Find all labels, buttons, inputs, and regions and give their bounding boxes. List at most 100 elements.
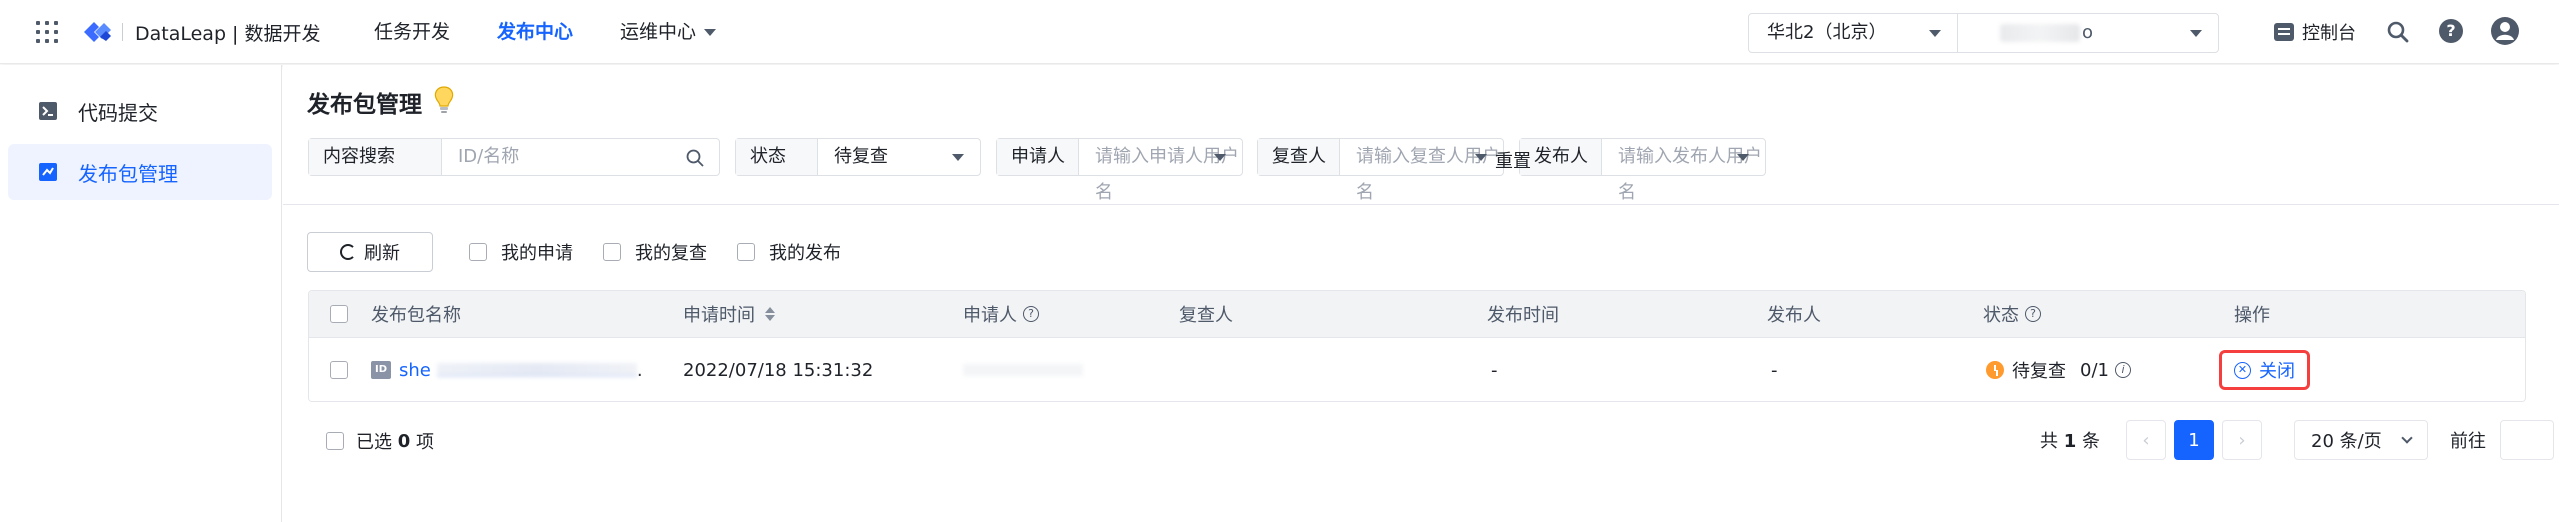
applicant-filter-label: 申请人	[997, 139, 1079, 175]
package-name-cell: ID she .	[371, 338, 643, 401]
status-cell: 待复查 0/1 i	[1986, 338, 2131, 401]
page-button[interactable]: 1	[2174, 420, 2214, 460]
row-checkbox[interactable]	[330, 361, 348, 379]
lightbulb-icon[interactable]	[431, 85, 457, 115]
next-page-button[interactable]: ›	[2222, 420, 2262, 460]
app-grid-icon[interactable]	[36, 21, 58, 43]
close-package-button[interactable]: ✕ 关闭	[2219, 350, 2310, 390]
refresh-button[interactable]: 刷新	[307, 232, 433, 272]
close-label: 关闭	[2259, 361, 2295, 382]
brand-text: DataLeap | 数据开发	[135, 22, 321, 45]
nav-release-center[interactable]: 发布中心	[497, 18, 573, 46]
page-title: 发布包管理	[307, 92, 422, 118]
select-all-cell	[330, 291, 348, 337]
header-applicant-label: 申请人	[963, 305, 1017, 326]
publisher-select[interactable]: 请输入发布人用户名	[1602, 139, 1765, 203]
help-icon[interactable]: ?	[2439, 19, 2463, 43]
total-count: 共 1 条	[2040, 427, 2100, 453]
header-reviewer: 复查人	[1179, 305, 1233, 326]
console-button[interactable]: 控制台	[2274, 18, 2356, 46]
header-name: 发布包名称	[371, 305, 461, 326]
search-icon[interactable]	[685, 148, 705, 168]
chevron-down-icon	[704, 29, 717, 36]
sidebar: 代码提交 发布包管理	[0, 65, 282, 522]
review-count-text: 0/1	[2080, 359, 2109, 381]
nav-task-dev[interactable]: 任务开发	[374, 18, 450, 46]
row-select-cell	[330, 338, 348, 401]
goto-label: 前往	[2450, 431, 2486, 452]
chevron-left-icon: ‹	[2142, 429, 2150, 451]
top-navigation-bar: DataLeap | 数据开发 任务开发 发布中心 运维中心 华北2（北京） o…	[0, 0, 2559, 64]
applicant-select[interactable]: 请输入申请人用户名	[1079, 139, 1242, 203]
chevron-down-icon	[2190, 30, 2202, 37]
header-status-label: 状态	[1983, 305, 2019, 326]
terminal-icon	[39, 102, 57, 120]
selected-prefix: 已选	[356, 432, 392, 453]
checkbox[interactable]	[469, 243, 487, 261]
chevron-right-icon: ›	[2238, 429, 2246, 451]
filter-panel: 发布包管理 内容搜索 ID/名称 状态 待复查 申请人 请输入申请人用户名 复查…	[283, 65, 2559, 205]
header-status: 状态 ?	[1983, 291, 2041, 337]
table-header: 发布包名称 申请时间 申请人 ? 复查人 发布时间 发布人 状态 ? 操作	[309, 291, 2525, 338]
console-label: 控制台	[2302, 23, 2356, 44]
content-search-placeholder: ID/名称	[458, 146, 520, 167]
checkbox[interactable]	[603, 243, 621, 261]
region-select[interactable]: 华北2（北京）	[1748, 13, 1958, 53]
goto-page-input[interactable]	[2500, 420, 2554, 460]
project-select[interactable]: o	[1957, 13, 2219, 53]
header-action: 操作	[2234, 305, 2270, 326]
content-search-filter: 内容搜索 ID/名称	[308, 138, 720, 176]
selected-count: 0	[397, 430, 411, 452]
header-publish-time: 发布时间	[1487, 305, 1559, 326]
my-apply-label: 我的申请	[501, 243, 573, 264]
chevron-down-icon	[1737, 154, 1749, 161]
review-count: 0/1 i	[2080, 360, 2131, 381]
user-avatar-icon[interactable]	[2490, 16, 2520, 46]
page-size-select[interactable]: 20 条/页	[2294, 420, 2428, 460]
my-publish-checkbox[interactable]: 我的发布	[737, 239, 841, 265]
status-select[interactable]: 待复查	[818, 139, 980, 175]
header-apply-time[interactable]: 申请时间	[683, 291, 775, 337]
reviewer-filter: 复查人 请输入复查人用户名	[1257, 138, 1504, 203]
redacted-package-name	[436, 363, 637, 377]
search-icon[interactable]	[2384, 18, 2412, 46]
nav-ops-center[interactable]: 运维中心	[620, 18, 717, 46]
list-toolbar: 刷新 我的申请 我的复查 我的发布	[307, 232, 841, 272]
prev-page-button[interactable]: ‹	[2126, 420, 2166, 460]
question-icon[interactable]: ?	[2025, 306, 2041, 322]
info-icon[interactable]: i	[2114, 362, 2131, 378]
pagination: 共 1 条 ‹ 1 › 20 条/页 前往	[2040, 420, 2554, 460]
select-all-checkbox[interactable]	[330, 305, 348, 323]
sidebar-item-package-management[interactable]: 发布包管理	[8, 144, 272, 200]
package-name-link[interactable]: she	[399, 360, 431, 381]
region-value: 华北2（北京）	[1767, 22, 1887, 43]
reviewer-select[interactable]: 请输入复查人用户名	[1340, 139, 1503, 203]
publisher-filter: 发布人 请输入发布人用户名	[1519, 138, 1766, 203]
content-search-input[interactable]: ID/名称	[442, 139, 719, 175]
sidebar-item-label: 代码提交	[78, 100, 158, 125]
my-review-checkbox[interactable]: 我的复查	[603, 239, 707, 265]
redacted-project-name	[2000, 24, 2080, 42]
my-review-label: 我的复查	[635, 243, 707, 264]
checkbox[interactable]	[737, 243, 755, 261]
sidebar-item-code-commit[interactable]: 代码提交	[8, 83, 272, 139]
chevron-down-icon	[1214, 154, 1226, 161]
header-applicant: 申请人 ?	[963, 291, 1039, 337]
package-icon	[39, 163, 57, 181]
question-icon[interactable]: ?	[1023, 306, 1039, 322]
sort-icon[interactable]	[765, 307, 775, 321]
total-prefix: 共	[2040, 431, 2058, 452]
page-size-value: 20 条/页	[2311, 431, 2382, 452]
action-cell: ✕ 关闭	[2219, 338, 2310, 401]
total-number: 1	[2063, 431, 2077, 452]
chevron-down-icon	[952, 154, 964, 161]
footer-select-checkbox[interactable]	[326, 432, 344, 450]
chevron-down-icon	[1929, 30, 1941, 37]
brand-title: DataLeap | 数据开发	[122, 18, 321, 46]
my-apply-checkbox[interactable]: 我的申请	[469, 239, 573, 265]
reset-button[interactable]: 重置	[1495, 147, 1531, 173]
chevron-down-icon	[2401, 432, 2413, 444]
project-value: o	[2082, 22, 2094, 43]
refresh-label: 刷新	[364, 243, 400, 264]
reviewer-filter-label: 复查人	[1258, 139, 1340, 175]
